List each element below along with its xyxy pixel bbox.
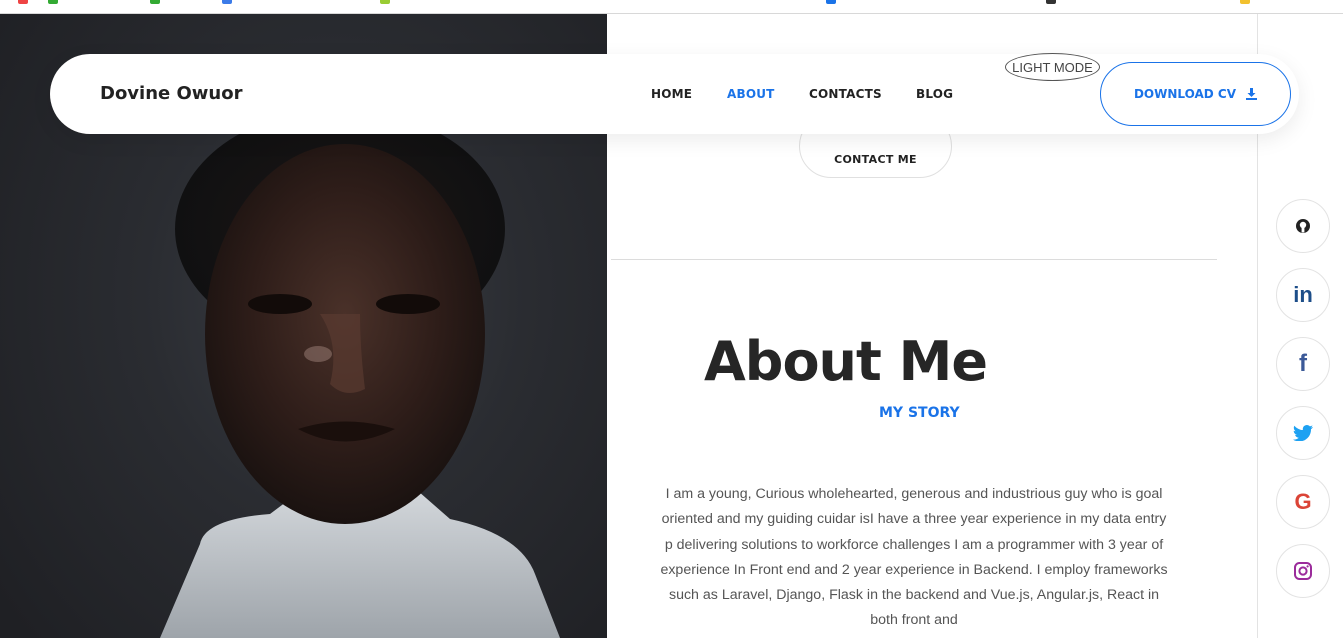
about-title: About Me bbox=[704, 330, 988, 393]
facebook-icon[interactable]: f bbox=[1276, 337, 1330, 391]
download-icon bbox=[1246, 88, 1258, 100]
light-mode-toggle[interactable]: LIGHT MODE bbox=[1005, 53, 1100, 81]
nav-item-about[interactable]: ABOUT bbox=[727, 54, 775, 134]
google-icon[interactable]: G bbox=[1276, 475, 1330, 529]
bookmark-icon[interactable] bbox=[1046, 0, 1056, 4]
download-cv-button[interactable]: DOWNLOAD CV bbox=[1100, 62, 1291, 126]
instagram-icon[interactable] bbox=[1276, 544, 1330, 598]
navbar: Dovine Owuor HOME ABOUT CONTACTS BLOG LI… bbox=[50, 53, 1299, 134]
bookmark-icon[interactable] bbox=[150, 0, 160, 4]
bookmark-icon[interactable] bbox=[1240, 0, 1250, 4]
github-icon[interactable] bbox=[1276, 199, 1330, 253]
about-subtitle: MY STORY bbox=[879, 405, 960, 421]
nav-item-home[interactable]: HOME bbox=[651, 54, 692, 134]
about-story: I am a young, Curious wholehearted, gene… bbox=[660, 486, 1168, 629]
brand-name[interactable]: Dovine Owuor bbox=[100, 54, 243, 134]
nav-item-contacts[interactable]: CONTACTS bbox=[809, 54, 882, 134]
bookmark-icon[interactable] bbox=[222, 0, 232, 4]
bookmark-icon[interactable] bbox=[826, 0, 836, 4]
bookmark-icon[interactable] bbox=[380, 0, 390, 4]
bookmark-icon[interactable] bbox=[48, 0, 58, 4]
download-cv-label: DOWNLOAD CV bbox=[1133, 87, 1237, 101]
bookmark-icon[interactable] bbox=[18, 0, 28, 4]
nav-item-blog[interactable]: BLOG bbox=[916, 54, 953, 134]
linkedin-icon[interactable]: in bbox=[1276, 268, 1330, 322]
section-divider bbox=[611, 259, 1217, 260]
twitter-icon[interactable] bbox=[1276, 406, 1330, 460]
bookmarks-bar bbox=[0, 0, 1343, 14]
